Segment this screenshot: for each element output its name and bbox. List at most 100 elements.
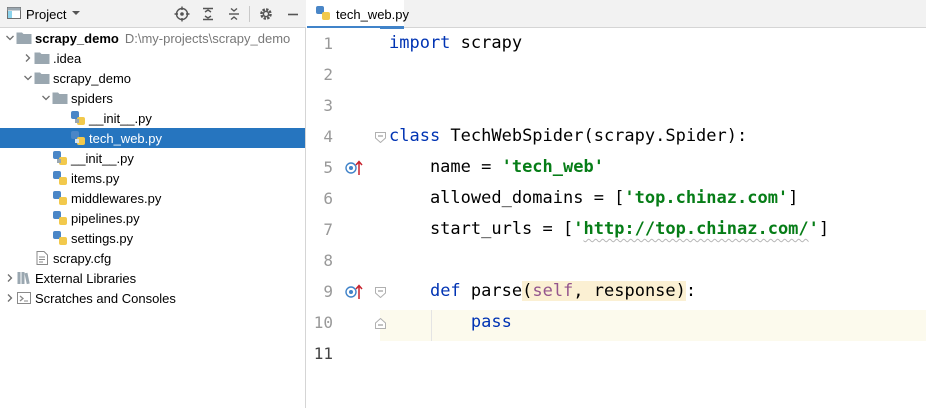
editor-gutter: 1 2 3 4 5 6 7 8 9 10 11 [307,28,386,408]
project-panel-title: Project [26,6,67,22]
python-file-icon [52,190,68,206]
python-file-icon [70,110,86,126]
tree-item-external-libraries[interactable]: External Libraries [0,268,305,288]
tree-item-tech-web[interactable]: tech_web.py [0,128,305,148]
tree-item-middlewares[interactable]: middlewares.py [0,188,305,208]
string-literal: 'top.chinaz.com' [624,188,789,208]
chevron-down-icon[interactable] [22,68,34,88]
code-text: ) [675,281,686,301]
line-number: 11 [313,344,333,363]
minimize-icon[interactable] [283,4,303,24]
folder-icon [16,30,32,46]
tree-item-label: pipelines.py [71,210,140,226]
code-text: : [685,281,697,301]
python-file-icon [52,170,68,186]
code-text: ] [788,188,799,208]
tree-item-label: scrapy_demo [35,30,119,46]
expand-all-icon[interactable] [198,4,218,24]
string-literal: http://top.chinaz.com/ [583,219,809,239]
tree-item-spiders[interactable]: spiders [0,88,305,108]
string-quote: ' [573,219,584,239]
tree-item-label: items.py [71,170,120,186]
tree-item-package-init[interactable]: __init__.py [0,148,305,168]
self-keyword: self [532,281,574,301]
keyword: def [429,281,461,301]
chevron-down-icon[interactable] [40,88,52,108]
code-editor: tech_web.py 1 2 3 4 5 6 7 8 9 10 11 impo… [307,0,926,408]
code-text: start_urls = [ [389,219,574,239]
tree-item-label: settings.py [71,230,134,246]
parameter-highlight: (self, response) [522,281,686,301]
code-text: ( [522,281,533,301]
tree-item-label: scrapy.cfg [53,250,112,266]
override-method-icon[interactable] [345,159,363,180]
line-number: 7 [323,220,333,239]
locate-icon[interactable] [172,4,192,24]
libraries-icon [16,270,32,286]
code-line-9: def parse(self, response): [380,276,926,307]
chevron-down-icon[interactable] [4,28,16,48]
tree-item-idea[interactable]: .idea [0,48,305,68]
code-line-1: import scrapy [380,28,926,59]
project-view-selector[interactable]: Project [6,0,82,28]
keyword: import [389,33,451,53]
header-divider [249,6,250,22]
line-number: 8 [323,251,333,270]
code-text: name = [389,157,502,177]
tree-item-label: spiders [71,90,113,106]
gear-icon[interactable] [256,4,276,24]
code-text: allowed_domains = [ [389,188,625,208]
tree-item-settings[interactable]: settings.py [0,228,305,248]
tree-item-label: __init__.py [71,150,134,166]
tree-item-items[interactable]: items.py [0,168,305,188]
line-number: 9 [323,282,333,301]
keyword: class [389,126,441,146]
project-panel-header: Project [0,0,306,28]
line-number: 4 [323,127,333,146]
code-text: ] [818,219,830,239]
scratches-icon [16,290,32,306]
chevron-right-icon[interactable] [4,288,16,308]
line-number: 2 [323,65,333,84]
tab-tech-web[interactable]: tech_web.py [307,0,409,29]
string-quote: ' [808,219,819,239]
line-number: 1 [323,34,333,53]
editor-tab-bar: tech_web.py [307,0,926,29]
folder-icon [34,50,50,66]
chevron-right-icon[interactable] [4,268,16,288]
collapse-all-icon[interactable] [224,4,244,24]
code-area[interactable]: import scrapy class TechWebSpider(scrapy… [380,28,926,408]
line-number: 10 [313,313,333,332]
python-file-icon [70,130,86,146]
keyword: pass [470,312,512,332]
python-file-icon [52,230,68,246]
python-file-icon [52,210,68,226]
tree-item-spiders-init[interactable]: __init__.py [0,108,305,128]
override-method-icon[interactable] [345,283,363,304]
tree-item-scrapy-cfg[interactable]: scrapy.cfg [0,248,305,268]
line-number: 6 [323,189,333,208]
tree-item-label: tech_web.py [89,130,162,146]
tree-item-scratches[interactable]: Scratches and Consoles [0,288,305,308]
code-line-7: start_urls = ['http://top.chinaz.com/'] [380,214,926,245]
code-text: scrapy [450,33,523,53]
folder-icon [34,70,50,86]
code-text: , response [573,281,676,301]
tree-item-label: middlewares.py [71,190,162,206]
tree-item-label: __init__.py [89,110,152,126]
line-number: 5 [323,158,333,177]
project-tool-window: Project scrapy_demo D:\my-projects\scrap… [0,0,306,408]
tree-item-pipelines[interactable]: pipelines.py [0,208,305,228]
chevron-right-icon[interactable] [22,48,34,68]
project-path: D:\my-projects\scrapy_demo [124,30,291,46]
line-number: 3 [323,96,333,115]
config-file-icon [34,250,50,266]
code-line-6: allowed_domains = ['top.chinaz.com'] [380,183,926,214]
code-line-5: name = 'tech_web' [380,152,926,183]
tree-item-scrapy-demo-package[interactable]: scrapy_demo [0,68,305,88]
python-file-icon [52,150,68,166]
project-view-icon [6,5,22,24]
tree-item-project-root[interactable]: scrapy_demo D:\my-projects\scrapy_demo [0,28,305,48]
function-name: parse [460,281,523,301]
